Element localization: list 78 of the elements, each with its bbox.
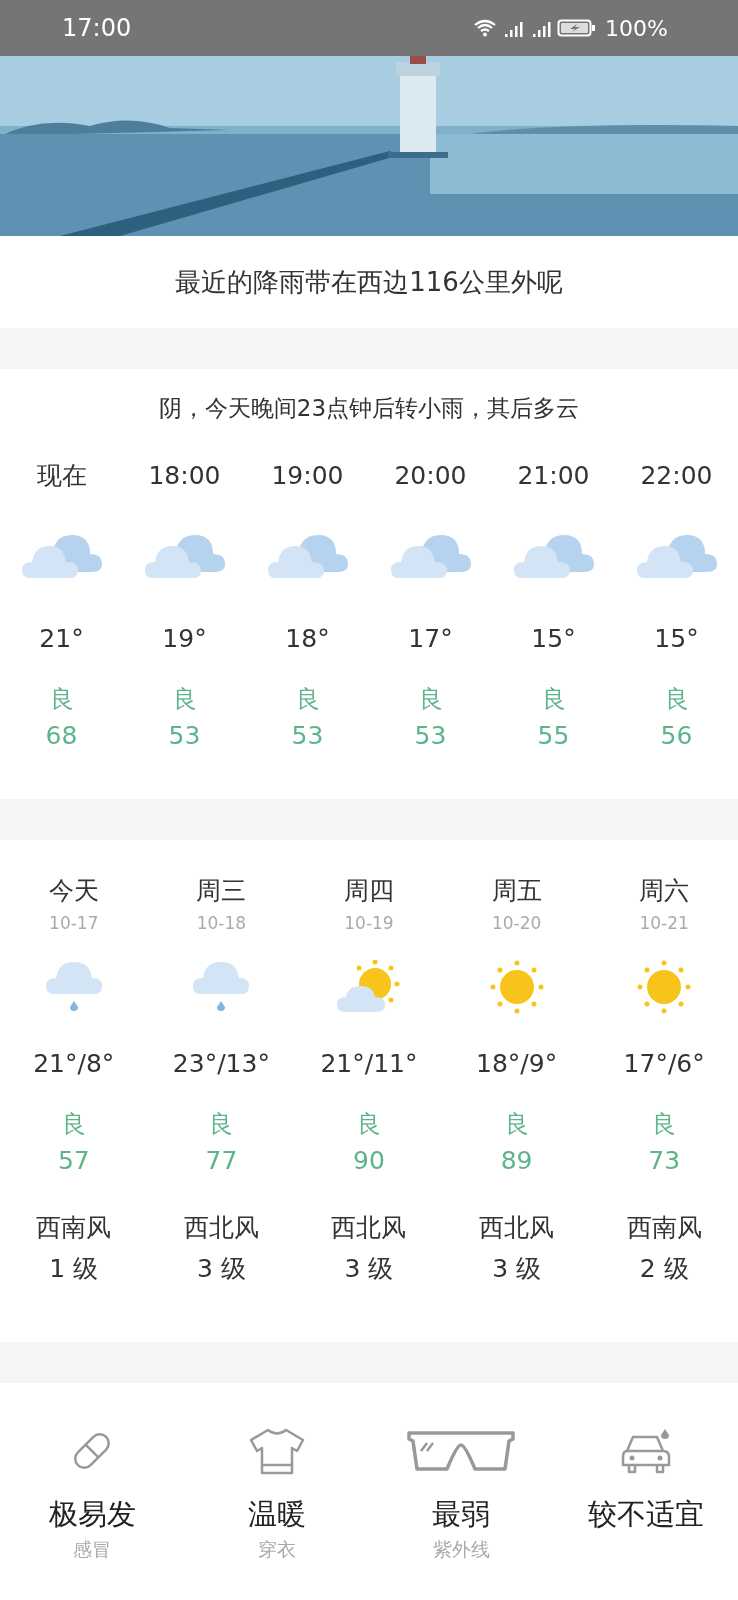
day-date: 10-21 xyxy=(639,913,689,933)
day-name: 周三 xyxy=(196,875,247,907)
air-quality-index: 89 xyxy=(500,1146,533,1175)
air-quality-label: 良 xyxy=(295,684,320,715)
air-quality-index: 53 xyxy=(414,721,447,750)
wind-level: 2 级 xyxy=(639,1253,689,1285)
index-value: 最弱 xyxy=(432,1496,491,1533)
wind-direction: 西南风 xyxy=(626,1212,702,1244)
wind-level: 3 级 xyxy=(344,1253,394,1285)
air-quality-label: 良 xyxy=(61,1109,86,1140)
temperature-range: 23°/13° xyxy=(172,1049,270,1078)
air-quality-index: 53 xyxy=(291,721,324,750)
hour-time: 19:00 xyxy=(271,460,344,492)
air-quality-label: 良 xyxy=(504,1109,529,1140)
day-name: 周五 xyxy=(491,875,542,907)
temperature-range: 21°/8° xyxy=(33,1049,115,1078)
air-quality-label: 良 xyxy=(541,684,566,715)
t-shirt-icon xyxy=(247,1427,306,1475)
hour-temperature: 18° xyxy=(285,624,330,653)
air-quality-index: 57 xyxy=(57,1146,90,1175)
weather-summary: 阴，今天晚间23点钟后转小雨，其后多云 xyxy=(157,394,581,423)
sun-behind-cloud-icon xyxy=(337,960,401,1014)
hour-temperature: 19° xyxy=(162,624,207,653)
hour-temperature: 15° xyxy=(531,624,576,653)
sun-icon xyxy=(489,960,544,1014)
index-label: 感冒 xyxy=(73,1537,112,1562)
status-time: 17:00 xyxy=(62,14,132,42)
air-quality-label: 良 xyxy=(172,684,197,715)
index-label: 穿衣 xyxy=(257,1537,296,1562)
air-quality-label: 良 xyxy=(418,684,443,715)
index-label: 紫外线 xyxy=(432,1537,490,1562)
temperature-range: 17°/6° xyxy=(623,1049,705,1078)
wind-direction: 西北风 xyxy=(183,1212,259,1244)
day-date: 10-18 xyxy=(196,913,247,933)
wind-direction: 西南风 xyxy=(36,1212,112,1244)
sun-icon xyxy=(637,960,692,1014)
hour-temperature: 17° xyxy=(408,624,453,653)
air-quality-index: 73 xyxy=(648,1146,681,1175)
air-quality-label: 良 xyxy=(49,684,74,715)
air-quality-label: 良 xyxy=(652,1109,677,1140)
battery-charging-icon xyxy=(557,18,598,38)
air-quality-label: 良 xyxy=(209,1109,234,1140)
air-quality-index: 53 xyxy=(168,721,201,750)
rain-cloud-icon xyxy=(193,960,250,1014)
rain-cloud-icon xyxy=(45,960,102,1014)
day-date: 10-20 xyxy=(491,913,542,933)
air-quality-index: 90 xyxy=(353,1146,385,1175)
hour-time: 20:00 xyxy=(394,460,467,492)
air-quality-index: 68 xyxy=(45,721,78,750)
day-date: 10-17 xyxy=(49,913,99,933)
hour-time: 18:00 xyxy=(148,460,221,492)
air-quality-index: 56 xyxy=(660,721,693,750)
wind-direction: 西北风 xyxy=(331,1212,407,1244)
air-quality-label: 良 xyxy=(357,1109,381,1140)
wind-level: 3 级 xyxy=(196,1253,246,1285)
wind-direction: 西北风 xyxy=(479,1212,555,1244)
air-quality-index: 55 xyxy=(537,721,570,750)
index-value: 较不适宜 xyxy=(587,1496,704,1533)
hour-time: 22:00 xyxy=(640,460,713,492)
temperature-range: 18°/9° xyxy=(476,1049,558,1078)
index-value: 极易发 xyxy=(48,1496,136,1533)
wind-level: 3 级 xyxy=(492,1253,541,1285)
temperature-range: 21°/11° xyxy=(320,1049,418,1078)
hour-temperature: 21° xyxy=(39,624,84,653)
day-date: 10-19 xyxy=(344,913,394,933)
index-value: 温暖 xyxy=(247,1496,306,1533)
battery-percent: 100% xyxy=(605,15,668,41)
day-name: 周六 xyxy=(639,875,690,907)
air-quality-label: 良 xyxy=(664,684,689,715)
hour-time: 现在 xyxy=(36,460,87,492)
air-quality-index: 77 xyxy=(205,1146,238,1175)
day-name: 周四 xyxy=(344,875,394,907)
rain-notice: 最近的降雨带在西边116公里外呢 xyxy=(175,265,563,299)
hour-temperature: 15° xyxy=(654,624,699,653)
wind-level: 1 级 xyxy=(49,1253,99,1285)
day-name: 今天 xyxy=(48,875,99,907)
wifi-icon xyxy=(473,18,498,38)
hour-time: 21:00 xyxy=(517,460,590,492)
